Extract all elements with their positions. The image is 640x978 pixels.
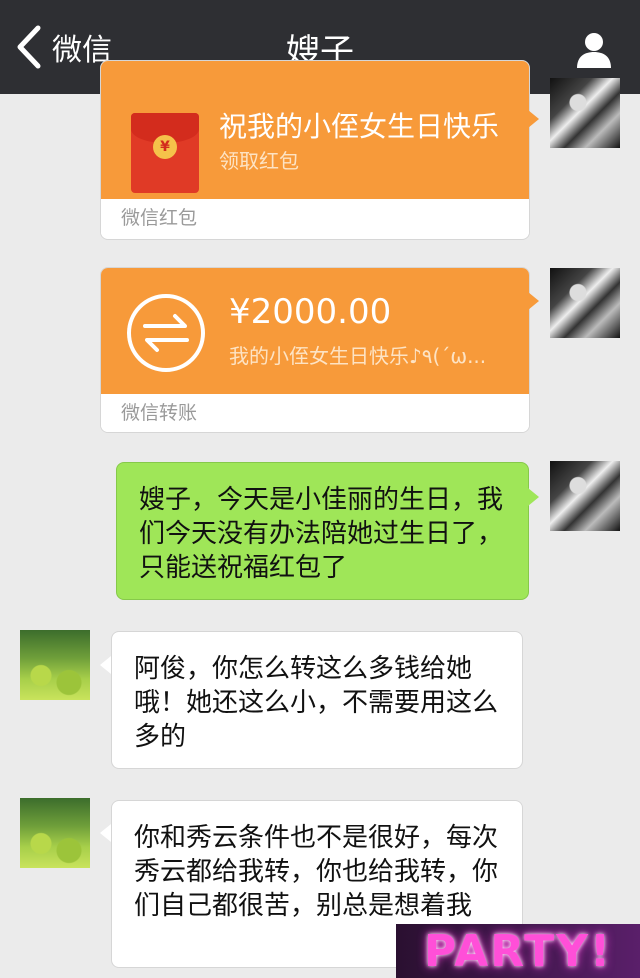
sent-message-tail <box>528 488 539 506</box>
transfer-tail <box>528 292 539 310</box>
received-message-tail <box>100 656 111 674</box>
transfer-note: 我的小侄女生日快乐♪٩(´ω... <box>229 344 487 368</box>
red-packet-card[interactable]: ¥ 祝我的小侄女生日快乐 领取红包 微信红包 <box>100 60 530 240</box>
red-packet-greeting: 祝我的小侄女生日快乐 <box>219 110 500 143</box>
red-packet-icon: ¥ <box>131 113 199 193</box>
transfer-arrows-icon <box>127 294 205 372</box>
received-message-tail <box>100 824 111 842</box>
transfer-card[interactable]: ¥2000.00 我的小侄女生日快乐♪٩(´ω... 微信转账 <box>100 267 530 433</box>
transfer-amount: ¥2000.00 <box>229 292 392 332</box>
red-packet-action: 领取红包 <box>219 149 299 173</box>
received-message[interactable]: 阿俊，你怎么转这么多钱给她哦！她还这么小，不需要用这么多的 <box>111 631 523 769</box>
transfer-footer: 微信转账 <box>101 394 529 432</box>
red-packet-footer: 微信红包 <box>101 199 529 237</box>
my-avatar[interactable] <box>550 78 620 148</box>
contact-avatar[interactable] <box>20 630 90 700</box>
party-watermark: PARTY! <box>396 924 640 978</box>
contact-avatar[interactable] <box>20 798 90 868</box>
profile-icon[interactable] <box>574 30 614 70</box>
sent-message[interactable]: 嫂子，今天是小佳丽的生日，我们今天没有办法陪她过生日了，只能送祝福红包了 <box>116 462 529 600</box>
my-avatar[interactable] <box>550 268 620 338</box>
red-packet-tail <box>528 110 539 128</box>
my-avatar[interactable] <box>550 461 620 531</box>
